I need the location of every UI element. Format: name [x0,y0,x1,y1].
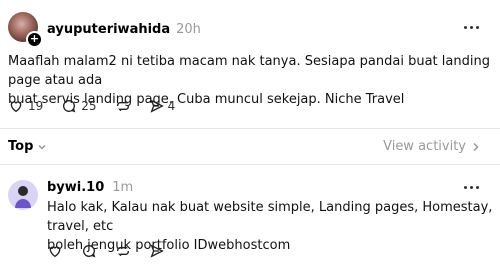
divider [0,164,500,165]
chevron-down-icon [38,144,46,150]
post-text-line: Maaflah malam2 ni tetiba macam nak tanya… [8,54,490,88]
comment-icon [63,100,76,113]
reply-more-options-icon[interactable] [464,186,479,189]
chevron-right-icon [473,142,479,151]
post-more-options-icon[interactable] [464,26,479,29]
view-activity-label: View activity [383,139,466,154]
post-username[interactable]: ayuputeriwahida [47,22,170,37]
share-button[interactable]: 4 [149,98,176,114]
share-count: 4 [167,99,176,113]
send-icon [150,99,164,113]
follow-plus-badge[interactable]: + [26,31,43,48]
reply-username[interactable]: bywi.10 [47,180,104,195]
heart-icon [49,246,61,258]
comment-icon [83,245,96,258]
repost-icon [116,100,129,112]
reply-text-line: Halo kak, Kalau nak buat website simple,… [47,200,493,234]
repost-button[interactable] [115,98,131,114]
reply-count: 25 [81,99,97,113]
reply-like-button[interactable] [47,243,63,259]
person-avatar-icon [15,186,31,208]
heart-icon [10,101,22,113]
reply-comment-button[interactable] [81,243,97,259]
repost-icon [117,245,129,257]
post-timestamp: 20h [176,22,201,37]
reply-author-avatar[interactable] [8,180,38,210]
sort-dropdown[interactable]: Top [8,139,47,154]
reply-repost-button[interactable] [115,243,131,259]
view-activity-link[interactable]: View activity [383,139,480,154]
reply-share-button[interactable] [149,243,165,259]
sort-label: Top [8,139,34,154]
send-icon [150,244,164,258]
like-count: 19 [28,99,44,113]
reply-button[interactable]: 25 [61,98,97,114]
divider [0,128,500,129]
reply-timestamp: 1m [112,180,134,195]
like-button[interactable]: 19 [8,98,43,114]
